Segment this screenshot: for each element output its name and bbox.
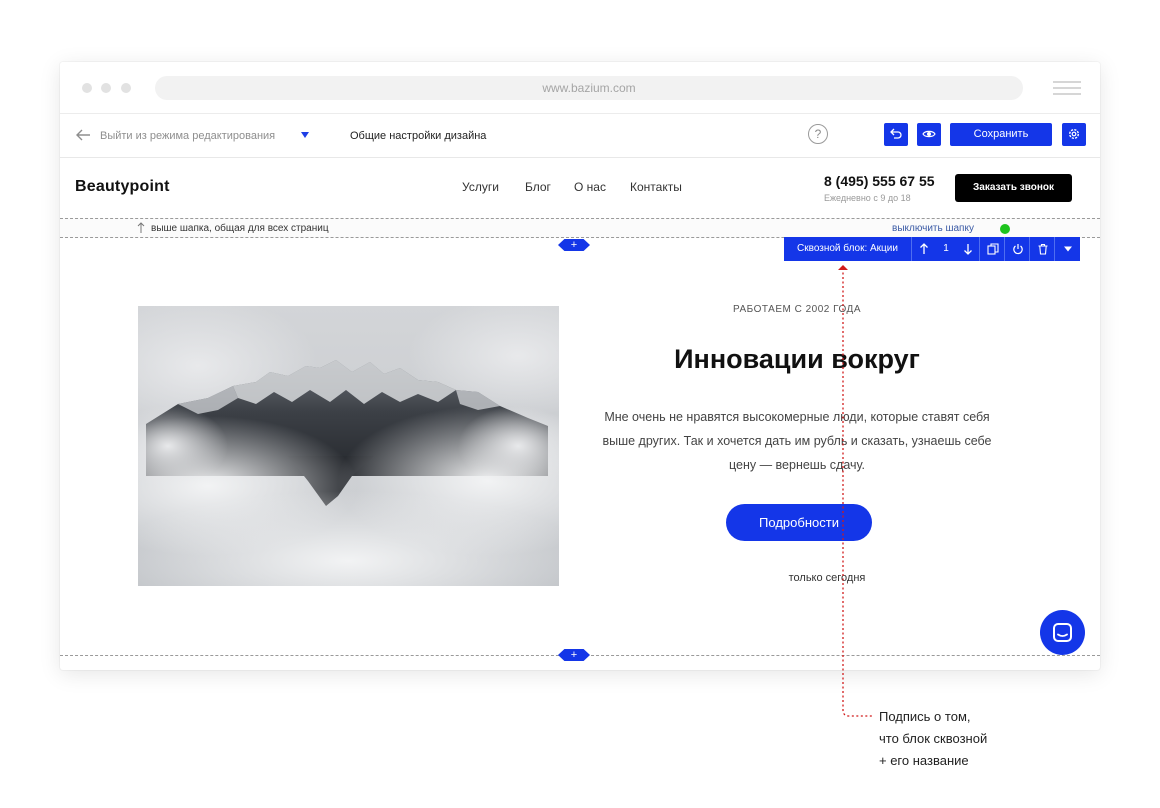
phone-number[interactable]: 8 (495) 555 67 55 [824,173,935,189]
power-icon [1012,244,1023,255]
nav-item-contacts[interactable]: Контакты [630,180,682,194]
order-call-button[interactable]: Заказать звонок [955,174,1072,202]
working-hours: Ежедневно с 9 до 18 [824,193,911,203]
trash-icon [1038,243,1047,255]
disable-header-link[interactable]: выключить шапку [892,223,974,235]
window-dot-minimize[interactable] [101,83,111,93]
arrow-down-icon [963,244,972,255]
chevron-down-icon[interactable] [301,132,309,138]
move-up-button[interactable] [912,237,936,261]
editor-toolbar: Выйти из режима редактирования Общие нас… [60,114,1100,158]
details-button[interactable]: Подробности [726,504,872,541]
design-settings-link[interactable]: Общие настройки дизайна [350,128,486,144]
block-toolbar: Сквозной блок: Акции 1 [784,237,1080,261]
arrow-up-icon [920,243,928,254]
header-note-text: выше шапка, общая для всех страниц [151,223,329,234]
callout-line-1: Подпись о том, [879,709,971,724]
header-status-dot[interactable] [1000,224,1010,234]
window-dot-maximize[interactable] [121,83,131,93]
chat-icon [1053,623,1072,642]
exit-edit-mode-link[interactable]: Выйти из режима редактирования [100,128,275,144]
back-arrow-icon[interactable] [74,126,92,144]
move-down-button[interactable] [956,237,980,261]
hero-footnote: только сегодня [788,572,866,584]
hero-image [138,306,559,586]
arrow-up-icon [137,222,145,233]
toggle-block-button[interactable] [1006,237,1030,261]
copy-icon [986,243,999,255]
help-button[interactable]: ? [808,124,828,144]
header-note-strip: выше шапка, общая для всех страниц выклю… [60,218,1100,238]
browser-window: www.bazium.com Выйти из режима редактиро… [60,62,1100,670]
hero-eyebrow: РАБОТАЕМ С 2002 ГОДА [732,304,861,315]
callout-annotation: Подпись о том, что блок сквозной + его н… [879,706,987,772]
add-block-button-top[interactable]: + [558,239,590,251]
caret-down-icon [1064,246,1072,252]
window-dot-close[interactable] [82,83,92,93]
hero-body: Мне очень не нравятся высокомерные люди,… [602,410,992,472]
menu-icon[interactable] [1053,81,1081,95]
settings-button[interactable] [1062,123,1086,146]
callout-line-3: + его название [879,753,969,768]
preview-button[interactable] [917,123,941,146]
delete-block-button[interactable] [1031,237,1055,261]
hero-title: Инновации вокруг [674,344,920,374]
save-button[interactable]: Сохранить [950,123,1052,146]
url-bar[interactable]: www.bazium.com [155,76,1023,100]
eye-icon [922,130,936,138]
nav-item-about[interactable]: О нас [574,180,606,194]
nav-item-services[interactable]: Услуги [462,180,499,194]
add-block-button-bottom[interactable]: + [558,649,590,661]
callout-line-2: что блок сквозной [879,731,988,746]
block-more-button[interactable] [1056,237,1080,261]
chat-widget-button[interactable] [1040,610,1085,655]
browser-bar: www.bazium.com [60,62,1100,114]
gear-icon [1068,128,1080,140]
copy-block-button[interactable] [981,237,1005,261]
site-header: Beautypoint Услуги Блог О нас Контакты 8… [60,158,1100,219]
undo-icon [890,128,902,139]
shared-block-label: Сквозной блок: Акции [784,237,912,261]
nav-item-blog[interactable]: Блог [525,180,551,194]
site-logo[interactable]: Beautypoint [75,178,170,196]
mountain-image [138,306,559,586]
block-position: 1 [943,243,949,254]
undo-button[interactable] [884,123,908,146]
